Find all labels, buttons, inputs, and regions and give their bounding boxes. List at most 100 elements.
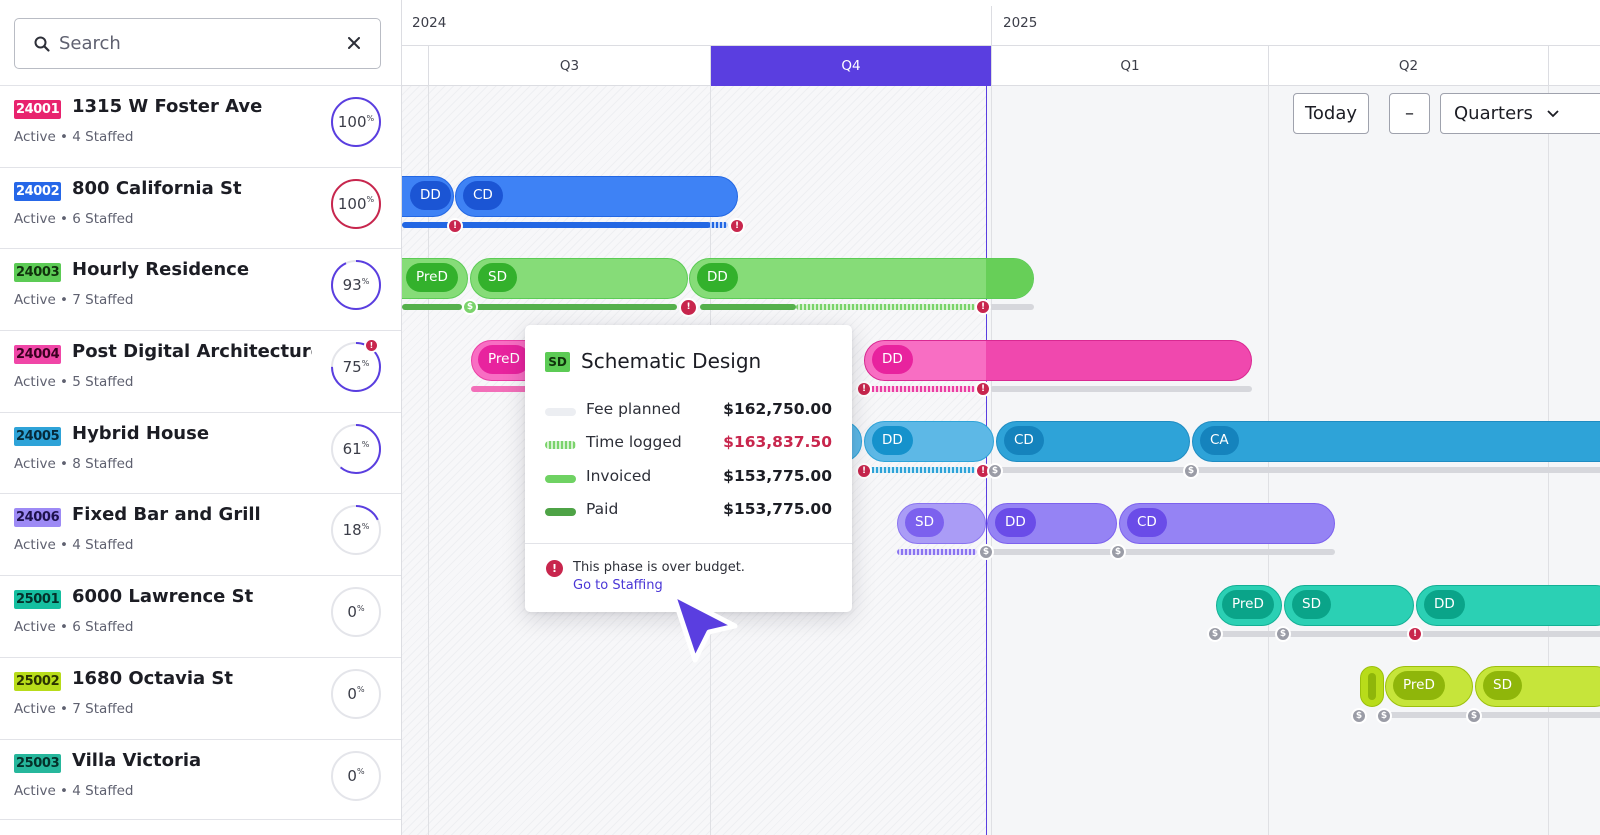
alert-icon[interactable]: ! [856, 463, 872, 479]
phase-label: SD [478, 263, 517, 292]
project-code: 24001 [14, 100, 62, 119]
progress-percent: 61% [342, 439, 370, 458]
row-label: Paid [586, 500, 619, 518]
cursor-pointer-icon [670, 591, 738, 663]
quarter-q3[interactable]: Q3 [428, 46, 710, 86]
phase-label: SD [1292, 590, 1331, 619]
project-row[interactable]: 24005 Hybrid House Active • 8 Staffed 61… [0, 411, 401, 494]
phase-bar[interactable] [689, 258, 1034, 299]
project-name: Hourly Residence [72, 259, 250, 281]
budget-bar [1475, 712, 1600, 718]
project-code: 24005 [14, 426, 62, 446]
alert-icon[interactable]: ! [975, 381, 991, 397]
search-input[interactable] [59, 33, 329, 54]
fee-planned-swatch [545, 408, 576, 416]
phase-label: DD [410, 181, 451, 210]
project-row[interactable]: 24003 Hourly Residence Active • 7 Staffe… [0, 248, 401, 330]
phase-label: DD [872, 426, 913, 455]
budget-bar [1216, 631, 1282, 637]
dollar-icon[interactable]: $ [462, 299, 478, 315]
project-code: 24002 [14, 181, 62, 201]
grid-line [991, 86, 992, 835]
popover-title: Schematic Design [581, 349, 762, 373]
project-row[interactable]: 24001 1315 W Foster Ave Active • 4 Staff… [0, 85, 401, 167]
budget-bar [987, 549, 1117, 555]
alert-icon[interactable]: ! [1407, 626, 1423, 642]
fee-planned-row: Fee planned $162,750.00 [545, 400, 832, 422]
zoom-out-button[interactable]: – [1389, 93, 1430, 134]
project-row[interactable]: 25001 6000 Lawrence St Active • 6 Staffe… [0, 575, 401, 657]
dollar-icon[interactable]: $ [1376, 708, 1392, 724]
alert-icon[interactable]: ! [856, 381, 872, 397]
dollar-icon[interactable]: $ [1183, 463, 1199, 479]
project-row[interactable]: 24002 800 California St Active • 6 Staff… [0, 166, 401, 249]
project-status: Active • 6 Staffed [14, 210, 134, 227]
dollar-icon[interactable]: $ [1207, 626, 1223, 642]
project-status: Active • 8 Staffed [14, 455, 134, 472]
phase-bar[interactable] [1192, 421, 1600, 462]
project-name: Hybrid House [72, 422, 210, 444]
project-status: Active • 4 Staffed [14, 537, 134, 554]
phase-label: DD [1424, 590, 1465, 619]
project-name: 800 California St [72, 177, 242, 199]
alert-icon[interactable]: ! [679, 298, 698, 317]
quarter-q4[interactable]: Q4 [710, 46, 991, 86]
project-row[interactable]: 24006 Fixed Bar and Grill Active • 4 Sta… [0, 493, 401, 575]
project-name: Fixed Bar and Grill [72, 504, 261, 526]
row-value: $153,775.00 [723, 467, 832, 485]
today-line [986, 86, 987, 835]
project-status: Active • 6 Staffed [14, 619, 134, 636]
close-icon[interactable] [344, 33, 364, 53]
phase-label: CD [1004, 426, 1044, 455]
dollar-icon[interactable]: $ [1351, 708, 1367, 724]
project-code: 24004 [14, 345, 62, 365]
time-logged-row: Time logged $163,837.50 [545, 433, 832, 455]
chevron-down-icon [1547, 109, 1559, 117]
time-logged-bar [897, 549, 977, 555]
time-logged-bar [796, 304, 976, 310]
dollar-icon[interactable]: $ [1275, 626, 1291, 642]
scale-select-value: Quarters [1454, 103, 1533, 124]
budget-bar [402, 304, 462, 310]
project-name: 1315 W Foster Ave [72, 96, 263, 117]
time-logged-swatch [545, 441, 576, 449]
timeline-header: 2024 2025 Q3 Q4 Q1 Q2 [402, 0, 1600, 86]
project-row[interactable]: 25002 1680 Octavia St Active • 7 Staffed… [0, 656, 401, 739]
search-box[interactable] [14, 18, 381, 69]
row-value: $162,750.00 [723, 400, 832, 418]
project-row[interactable]: 24004 Post Digital Architecture ... Acti… [0, 330, 401, 412]
phase-label: CA [1200, 426, 1239, 455]
alert-icon[interactable]: ! [729, 218, 745, 234]
project-status: Active • 4 Staffed [14, 129, 134, 145]
go-to-staffing-link[interactable]: Go to Staffing [573, 578, 663, 593]
phase-label: SD [1483, 671, 1522, 700]
project-row[interactable]: 25003 Villa Victoria Active • 4 Staffed … [0, 738, 401, 821]
phase-label: DD [697, 263, 738, 292]
budget-bar [996, 467, 1190, 473]
dollar-icon[interactable]: $ [978, 544, 994, 560]
dollar-icon[interactable]: $ [1466, 708, 1482, 724]
quarter-next[interactable] [1548, 46, 1600, 86]
alert-icon[interactable]: ! [975, 299, 991, 315]
today-button[interactable]: Today [1293, 93, 1369, 134]
dollar-icon[interactable]: $ [987, 463, 1003, 479]
project-sidebar: 24001 1315 W Foster Ave Active • 4 Staff… [0, 0, 402, 835]
project-name: Post Digital Architecture ... [72, 341, 312, 363]
quarter-q2[interactable]: Q2 [1268, 46, 1548, 86]
phase-label: PreD [1393, 671, 1445, 700]
phase-label: SD [905, 508, 944, 537]
project-code: 24003 [14, 263, 62, 283]
quarter-q1[interactable]: Q1 [991, 46, 1268, 86]
year-label: 2024 [412, 15, 447, 31]
time-logged-bar [708, 222, 728, 228]
scale-select[interactable]: Quarters [1440, 93, 1600, 134]
dollar-icon[interactable]: $ [1110, 544, 1126, 560]
paid-swatch [545, 508, 576, 516]
project-list: 24001 1315 W Foster Ave Active • 4 Staff… [0, 85, 401, 821]
progress-percent: 0% [347, 684, 365, 703]
over-budget-warning: This phase is over budget. [573, 560, 745, 575]
alert-icon[interactable]: ! [447, 218, 463, 234]
budget-bar [1284, 631, 1414, 637]
time-logged-bar [864, 386, 976, 392]
project-code: 24006 [14, 508, 62, 528]
